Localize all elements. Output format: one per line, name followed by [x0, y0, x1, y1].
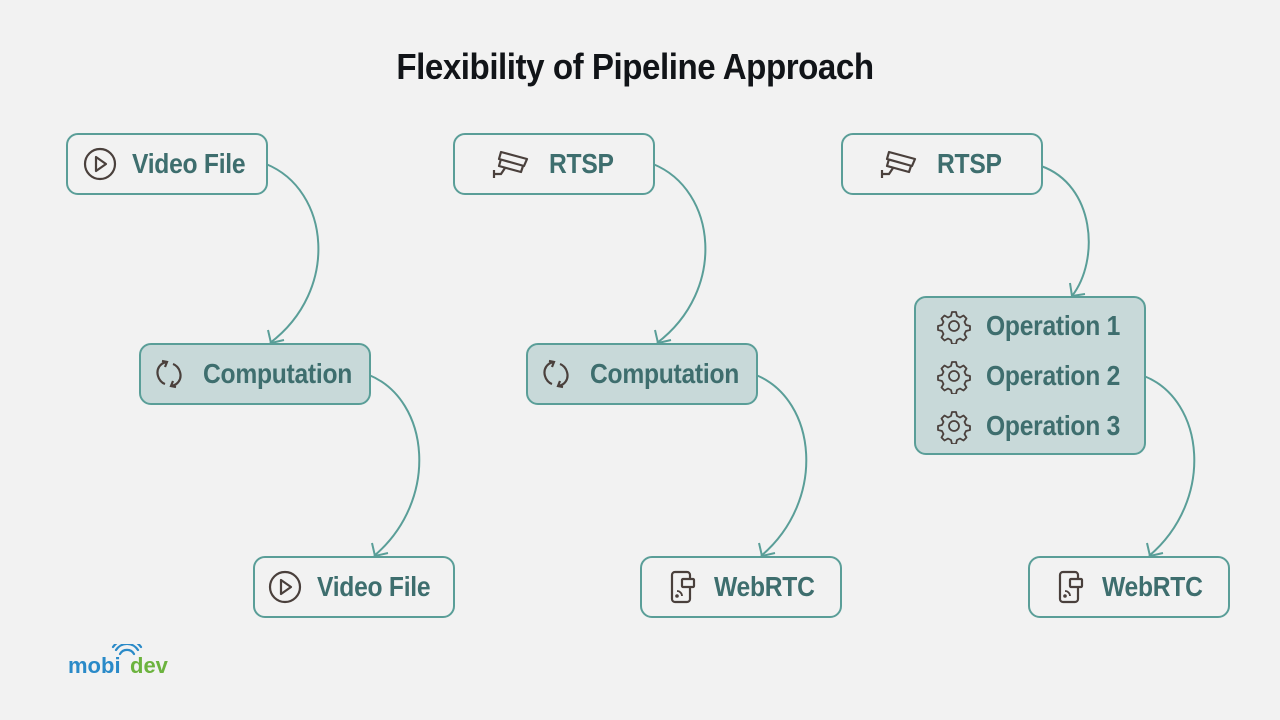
- phone-stream-icon: [1054, 569, 1090, 605]
- operation-row[interactable]: Operation 3: [936, 401, 1138, 451]
- gear-icon: [936, 358, 972, 395]
- mobidev-logo: mobi dev: [68, 638, 180, 681]
- connector-1b: [368, 374, 421, 557]
- node-label: Operation 2: [986, 359, 1121, 391]
- connector-1a: [265, 163, 320, 344]
- pipeline-1-source-node[interactable]: Video File: [66, 133, 268, 195]
- node-label: RTSP: [549, 148, 614, 179]
- connector-2a: [652, 163, 707, 344]
- pipeline-2-source-node[interactable]: RTSP: [453, 133, 655, 195]
- phone-stream-icon: [666, 569, 702, 605]
- node-label: Video File: [317, 571, 431, 602]
- logo-text-dev: dev: [130, 653, 169, 676]
- operation-row[interactable]: Operation 2: [936, 351, 1138, 401]
- operation-row[interactable]: Operation 1: [936, 301, 1138, 351]
- pipeline-2-sink-node[interactable]: WebRTC: [640, 556, 842, 618]
- gear-icon: [936, 408, 972, 445]
- logo-text-mobi: mobi: [68, 653, 121, 676]
- connector-3a: [1040, 165, 1090, 297]
- pipeline-1-process-node[interactable]: Computation: [139, 343, 371, 405]
- pipeline-2-process-node[interactable]: Computation: [526, 343, 758, 405]
- refresh-icon: [538, 356, 574, 392]
- node-label: Operation 1: [986, 309, 1121, 341]
- pipeline-1-sink-node[interactable]: Video File: [253, 556, 455, 618]
- gear-icon: [936, 308, 972, 345]
- node-label: RTSP: [937, 148, 1002, 179]
- node-label: Operation 3: [986, 409, 1121, 441]
- connector-3b: [1143, 375, 1196, 557]
- pipeline-3-source-node[interactable]: RTSP: [841, 133, 1043, 195]
- node-label: WebRTC: [714, 571, 815, 602]
- refresh-icon: [151, 356, 187, 392]
- cctv-camera-icon: [491, 146, 529, 182]
- pipeline-3-process-node[interactable]: Operation 1 Operation 2 Operation 3: [914, 296, 1146, 455]
- node-label: Video File: [132, 148, 246, 179]
- play-circle-icon: [82, 146, 118, 182]
- node-label: Computation: [590, 358, 740, 389]
- play-circle-icon: [267, 569, 303, 605]
- cctv-camera-icon: [879, 146, 917, 182]
- pipeline-3-sink-node[interactable]: WebRTC: [1028, 556, 1230, 618]
- node-label: Computation: [203, 358, 353, 389]
- connector-2b: [755, 374, 808, 557]
- node-label: WebRTC: [1102, 571, 1203, 602]
